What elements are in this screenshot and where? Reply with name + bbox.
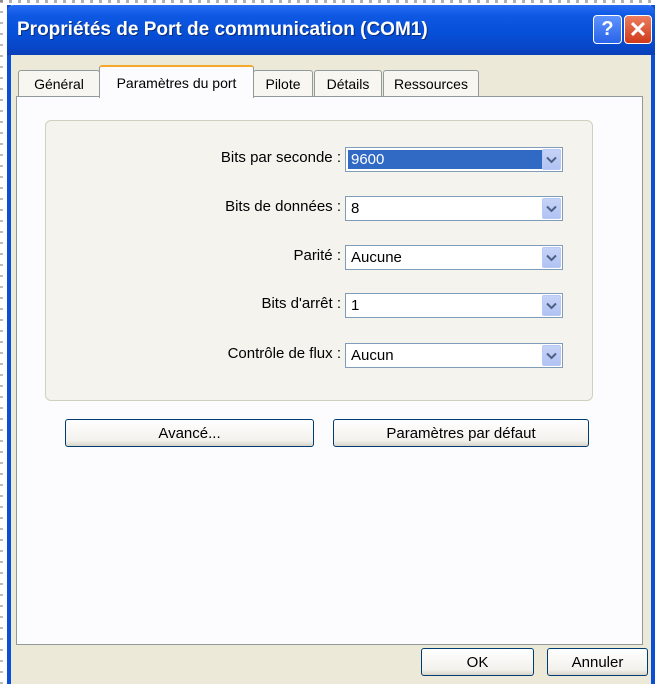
stop-bits-label: Bits d'arrêt : [261,295,341,312]
help-button[interactable]: ? [593,15,622,44]
tab-port-settings[interactable]: Paramètres du port [99,65,254,98]
data-bits-label: Bits de données : [225,198,341,215]
chevron-down-icon[interactable] [542,247,561,268]
tab-panel: Bits par seconde : 9600 Bits de données … [16,96,643,645]
tab-details[interactable]: Détails [314,70,382,96]
data-bits-select[interactable]: 8 [345,196,563,221]
chevron-down-icon[interactable] [542,295,561,316]
chevron-down-icon[interactable] [542,198,561,219]
chevron-down-icon[interactable] [542,149,561,170]
parity-label: Parité : [293,247,341,264]
window-title: Propriétés de Port de communication (COM… [17,19,428,40]
tab-resources[interactable]: Ressources [383,70,479,96]
stop-bits-select[interactable]: 1 [345,293,563,318]
title-bar[interactable]: Propriétés de Port de communication (COM… [7,5,655,55]
bits-per-second-select[interactable]: 9600 [345,147,563,172]
help-icon: ? [601,18,614,40]
tab-driver[interactable]: Pilote [253,70,313,96]
close-icon: ✕ [628,16,648,42]
data-bits-value: 8 [351,200,360,217]
scan-edge-left [0,0,3,684]
flow-control-select[interactable]: Aucun [345,343,563,368]
properties-dialog: Propriétés de Port de communication (COM… [7,5,655,684]
bits-per-second-label: Bits par seconde : [220,149,341,166]
advanced-button[interactable]: Avancé... [65,419,314,447]
ok-button[interactable]: OK [421,648,534,676]
parity-select[interactable]: Aucune [345,245,563,270]
cancel-button[interactable]: Annuler [547,648,648,676]
flow-control-value: Aucun [351,347,394,364]
chevron-down-icon[interactable] [542,345,561,366]
scan-edge-top [0,0,655,3]
flow-control-label: Contrôle de flux : [227,345,341,362]
tab-general[interactable]: Général [18,70,100,96]
restore-defaults-button[interactable]: Paramètres par défaut [333,419,589,447]
port-settings-group: Bits par seconde : 9600 Bits de données … [45,120,593,401]
bits-per-second-value: 9600 [348,150,544,169]
stop-bits-value: 1 [351,297,360,314]
parity-value: Aucune [351,249,402,266]
close-button[interactable]: ✕ [624,15,652,44]
